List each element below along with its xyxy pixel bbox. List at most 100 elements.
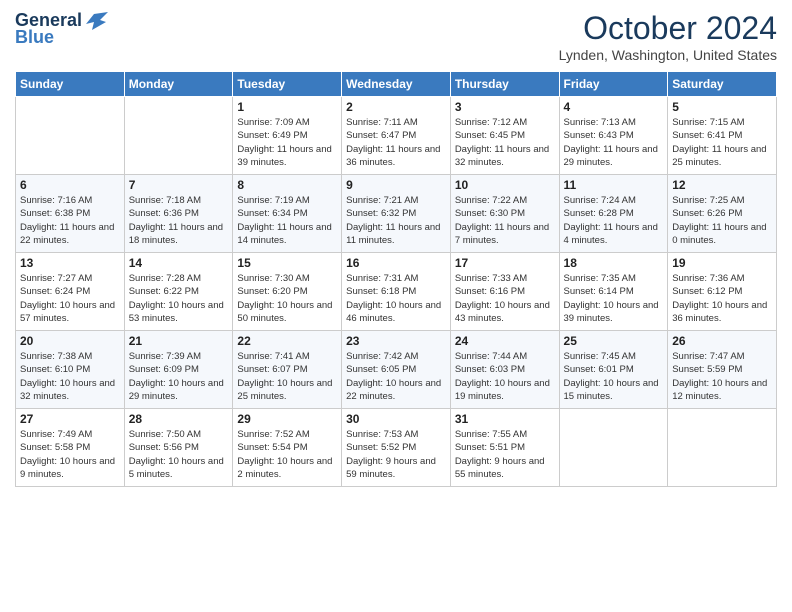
weekday-header-friday: Friday: [559, 72, 668, 97]
day-number: 30: [346, 412, 446, 426]
day-number: 9: [346, 178, 446, 192]
day-number: 13: [20, 256, 120, 270]
day-number: 24: [455, 334, 555, 348]
calendar-cell: 3 Sunrise: 7:12 AMSunset: 6:45 PMDaylight…: [450, 97, 559, 175]
calendar-cell: 9 Sunrise: 7:21 AMSunset: 6:32 PMDaylight…: [342, 175, 451, 253]
calendar-cell: 12 Sunrise: 7:25 AMSunset: 6:26 PMDayligh…: [668, 175, 777, 253]
calendar-cell: 26Sunrise: 7:47 AMSunset: 5:59 PMDayligh…: [668, 331, 777, 409]
day-number: 18: [564, 256, 664, 270]
day-info: Sunrise: 7:52 AMSunset: 5:54 PMDaylight:…: [237, 428, 337, 481]
week-row-2: 6 Sunrise: 7:16 AMSunset: 6:38 PMDaylight…: [16, 175, 777, 253]
calendar-cell: 6 Sunrise: 7:16 AMSunset: 6:38 PMDaylight…: [16, 175, 125, 253]
day-info: Sunrise: 7:21 AMSunset: 6:32 PMDaylight:…: [346, 194, 446, 247]
day-info: Sunrise: 7:41 AMSunset: 6:07 PMDaylight:…: [237, 350, 337, 403]
day-info: Sunrise: 7:09 AMSunset: 6:49 PMDaylight:…: [237, 116, 337, 169]
calendar-cell: 27 Sunrise: 7:49 AMSunset: 5:58 PMDayligh…: [16, 409, 125, 487]
calendar-cell: 20 Sunrise: 7:38 AMSunset: 6:10 PMDayligh…: [16, 331, 125, 409]
calendar-cell: 10 Sunrise: 7:22 AMSunset: 6:30 PMDayligh…: [450, 175, 559, 253]
day-info: Sunrise: 7:31 AMSunset: 6:18 PMDaylight:…: [346, 272, 446, 325]
day-info: Sunrise: 7:47 AMSunset: 5:59 PMDaylight:…: [672, 350, 772, 403]
weekday-header-wednesday: Wednesday: [342, 72, 451, 97]
day-number: 17: [455, 256, 555, 270]
logo-blue-text: Blue: [15, 27, 54, 48]
header: General Blue October 2024 Lynden, Washin…: [15, 10, 777, 63]
day-number: 4: [564, 100, 664, 114]
calendar-cell: 4 Sunrise: 7:13 AMSunset: 6:43 PMDaylight…: [559, 97, 668, 175]
calendar-cell: 19 Sunrise: 7:36 AMSunset: 6:12 PMDayligh…: [668, 253, 777, 331]
day-info: Sunrise: 7:18 AMSunset: 6:36 PMDaylight:…: [129, 194, 229, 247]
calendar-cell: [559, 409, 668, 487]
day-number: 20: [20, 334, 120, 348]
day-info: Sunrise: 7:27 AMSunset: 6:24 PMDaylight:…: [20, 272, 120, 325]
day-info: Sunrise: 7:49 AMSunset: 5:58 PMDaylight:…: [20, 428, 120, 481]
day-info: Sunrise: 7:11 AMSunset: 6:47 PMDaylight:…: [346, 116, 446, 169]
day-number: 19: [672, 256, 772, 270]
day-info: Sunrise: 7:16 AMSunset: 6:38 PMDaylight:…: [20, 194, 120, 247]
calendar-cell: 29 Sunrise: 7:52 AMSunset: 5:54 PMDayligh…: [233, 409, 342, 487]
header-row: SundayMondayTuesdayWednesdayThursdayFrid…: [16, 72, 777, 97]
calendar-table: SundayMondayTuesdayWednesdayThursdayFrid…: [15, 71, 777, 487]
day-number: 5: [672, 100, 772, 114]
calendar-cell: 21Sunrise: 7:39 AMSunset: 6:09 PMDayligh…: [124, 331, 233, 409]
day-info: Sunrise: 7:24 AMSunset: 6:28 PMDaylight:…: [564, 194, 664, 247]
calendar-cell: 28 Sunrise: 7:50 AMSunset: 5:56 PMDayligh…: [124, 409, 233, 487]
day-info: Sunrise: 7:15 AMSunset: 6:41 PMDaylight:…: [672, 116, 772, 169]
calendar-cell: 1 Sunrise: 7:09 AMSunset: 6:49 PMDaylight…: [233, 97, 342, 175]
day-number: 10: [455, 178, 555, 192]
month-title: October 2024: [559, 10, 777, 47]
day-number: 7: [129, 178, 229, 192]
week-row-4: 20 Sunrise: 7:38 AMSunset: 6:10 PMDayligh…: [16, 331, 777, 409]
calendar-cell: 30Sunrise: 7:53 AMSunset: 5:52 PMDayligh…: [342, 409, 451, 487]
day-number: 12: [672, 178, 772, 192]
day-number: 16: [346, 256, 446, 270]
day-number: 21: [129, 334, 229, 348]
weekday-header-thursday: Thursday: [450, 72, 559, 97]
week-row-5: 27 Sunrise: 7:49 AMSunset: 5:58 PMDayligh…: [16, 409, 777, 487]
day-info: Sunrise: 7:50 AMSunset: 5:56 PMDaylight:…: [129, 428, 229, 481]
day-info: Sunrise: 7:38 AMSunset: 6:10 PMDaylight:…: [20, 350, 120, 403]
calendar-cell: [16, 97, 125, 175]
day-number: 22: [237, 334, 337, 348]
day-info: Sunrise: 7:28 AMSunset: 6:22 PMDaylight:…: [129, 272, 229, 325]
day-number: 1: [237, 100, 337, 114]
day-info: Sunrise: 7:30 AMSunset: 6:20 PMDaylight:…: [237, 272, 337, 325]
day-info: Sunrise: 7:12 AMSunset: 6:45 PMDaylight:…: [455, 116, 555, 169]
calendar-cell: 16 Sunrise: 7:31 AMSunset: 6:18 PMDayligh…: [342, 253, 451, 331]
day-number: 27: [20, 412, 120, 426]
day-number: 3: [455, 100, 555, 114]
day-number: 8: [237, 178, 337, 192]
day-info: Sunrise: 7:44 AMSunset: 6:03 PMDaylight:…: [455, 350, 555, 403]
calendar-cell: 13 Sunrise: 7:27 AMSunset: 6:24 PMDayligh…: [16, 253, 125, 331]
calendar-cell: 17Sunrise: 7:33 AMSunset: 6:16 PMDayligh…: [450, 253, 559, 331]
day-info: Sunrise: 7:22 AMSunset: 6:30 PMDaylight:…: [455, 194, 555, 247]
day-info: Sunrise: 7:25 AMSunset: 6:26 PMDaylight:…: [672, 194, 772, 247]
logo-bird-icon: [86, 12, 108, 30]
day-number: 28: [129, 412, 229, 426]
day-info: Sunrise: 7:35 AMSunset: 6:14 PMDaylight:…: [564, 272, 664, 325]
week-row-1: 1 Sunrise: 7:09 AMSunset: 6:49 PMDaylight…: [16, 97, 777, 175]
day-info: Sunrise: 7:36 AMSunset: 6:12 PMDaylight:…: [672, 272, 772, 325]
day-number: 29: [237, 412, 337, 426]
day-info: Sunrise: 7:13 AMSunset: 6:43 PMDaylight:…: [564, 116, 664, 169]
calendar-cell: 11 Sunrise: 7:24 AMSunset: 6:28 PMDayligh…: [559, 175, 668, 253]
calendar-cell: 23 Sunrise: 7:42 AMSunset: 6:05 PMDayligh…: [342, 331, 451, 409]
day-number: 23: [346, 334, 446, 348]
day-number: 31: [455, 412, 555, 426]
logo: General Blue: [15, 10, 108, 48]
day-number: 2: [346, 100, 446, 114]
calendar-cell: 18 Sunrise: 7:35 AMSunset: 6:14 PMDayligh…: [559, 253, 668, 331]
weekday-header-saturday: Saturday: [668, 72, 777, 97]
calendar-cell: 7 Sunrise: 7:18 AMSunset: 6:36 PMDaylight…: [124, 175, 233, 253]
day-info: Sunrise: 7:42 AMSunset: 6:05 PMDaylight:…: [346, 350, 446, 403]
location: Lynden, Washington, United States: [559, 47, 777, 63]
week-row-3: 13 Sunrise: 7:27 AMSunset: 6:24 PMDayligh…: [16, 253, 777, 331]
calendar-cell: [668, 409, 777, 487]
calendar-cell: 22 Sunrise: 7:41 AMSunset: 6:07 PMDayligh…: [233, 331, 342, 409]
day-number: 6: [20, 178, 120, 192]
day-number: 11: [564, 178, 664, 192]
day-info: Sunrise: 7:45 AMSunset: 6:01 PMDaylight:…: [564, 350, 664, 403]
weekday-header-tuesday: Tuesday: [233, 72, 342, 97]
day-info: Sunrise: 7:19 AMSunset: 6:34 PMDaylight:…: [237, 194, 337, 247]
calendar-cell: 2 Sunrise: 7:11 AMSunset: 6:47 PMDaylight…: [342, 97, 451, 175]
calendar-cell: 24 Sunrise: 7:44 AMSunset: 6:03 PMDayligh…: [450, 331, 559, 409]
